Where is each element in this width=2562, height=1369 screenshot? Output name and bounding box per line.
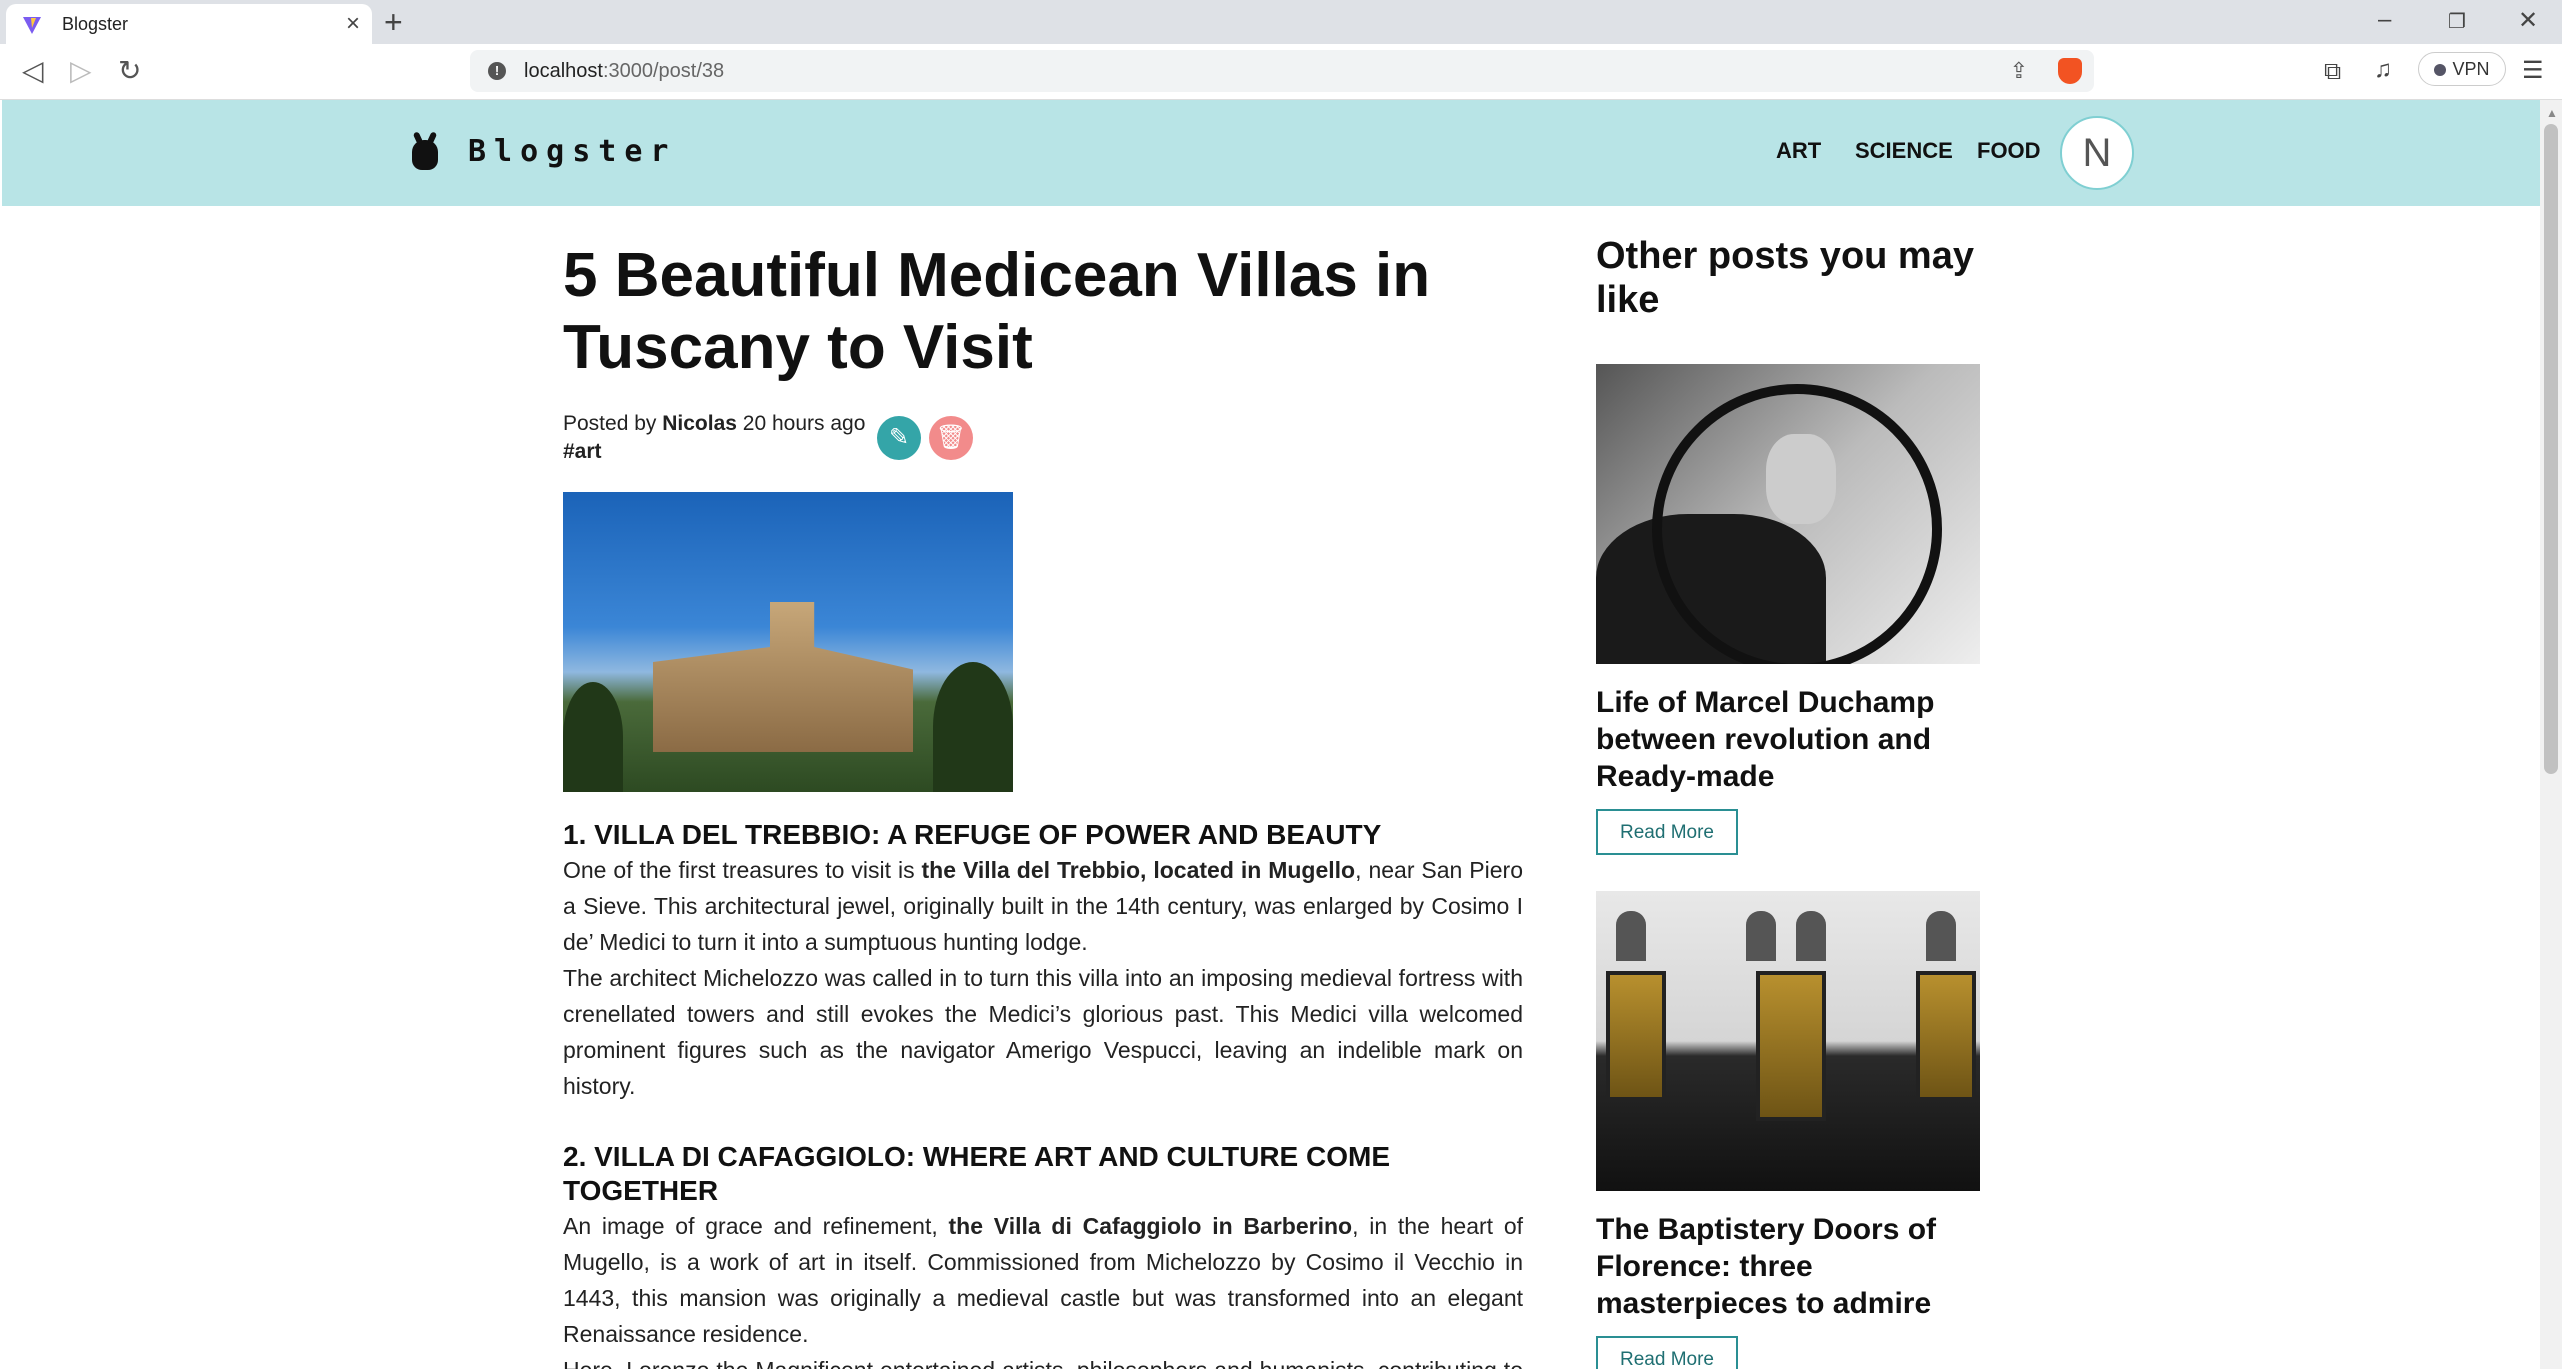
site-header: Blogster ART SCIENCE FOOD N xyxy=(2,100,2540,206)
restore-icon[interactable]: ❐ xyxy=(2448,9,2466,34)
article: 5 Beautiful Medicean Villas in Tuscany t… xyxy=(563,240,1523,1369)
section-heading-1: 1. VILLA DEL TREBBIO: A REFUGE OF POWER … xyxy=(563,819,1382,850)
page-scrollbar[interactable]: ▲ xyxy=(2540,100,2562,1369)
nav-art[interactable]: ART xyxy=(1776,138,1821,164)
new-tab-icon[interactable]: + xyxy=(384,4,403,40)
section-1-paragraph-1: One of the first treasures to visit is t… xyxy=(563,852,1523,960)
related-post-image[interactable] xyxy=(1596,364,1980,664)
reload-icon[interactable]: ↻ xyxy=(118,54,141,87)
posted-by-label: Posted by xyxy=(563,412,657,435)
section-heading-2: 2. VILLA DI CAFAGGIOLO: WHERE ART AND CU… xyxy=(563,1141,1391,1206)
villa-shape xyxy=(653,602,913,752)
vite-favicon-icon xyxy=(23,17,41,34)
share-icon[interactable]: ⇪ xyxy=(2010,58,2028,84)
browser-toolbar: ◁ ▷ ↻ ! localhost:3000/post/38 ⇪ xyxy=(0,44,2562,100)
statue-niche-shape xyxy=(1616,911,1646,961)
related-post-title[interactable]: The Baptistery Doors of Florence: three … xyxy=(1596,1211,1980,1322)
statue-niche-shape xyxy=(1796,911,1826,961)
section-2-paragraph-1: An image of grace and refinement, the Vi… xyxy=(563,1208,1523,1352)
forward-icon[interactable]: ▷ xyxy=(70,54,92,87)
nav-food[interactable]: FOOD xyxy=(1977,138,2041,164)
brave-shields-icon[interactable] xyxy=(2058,58,2082,84)
pencil-icon: ✎ xyxy=(888,424,910,451)
statue-niche-shape xyxy=(1926,911,1956,961)
browser-tab[interactable]: Blogster × xyxy=(6,4,372,44)
read-more-button[interactable]: Read More xyxy=(1596,1336,1738,1369)
vpn-button[interactable]: VPN xyxy=(2418,52,2506,86)
minimize-icon[interactable]: – xyxy=(2378,6,2391,34)
post-tag[interactable]: #art xyxy=(563,440,602,464)
article-title: 5 Beautiful Medicean Villas in Tuscany t… xyxy=(563,241,1431,382)
address-bar[interactable]: ! localhost:3000/post/38 ⇪ xyxy=(470,50,2094,92)
media-icon[interactable]: ♫ xyxy=(2374,56,2392,84)
scrollbar-thumb[interactable] xyxy=(2544,124,2558,774)
bold-text-run: the Villa del Trebbio, located in Mugell… xyxy=(921,857,1356,883)
article-hero-image xyxy=(563,492,1013,792)
page-content: Blogster ART SCIENCE FOOD N 5 Beautiful … xyxy=(2,100,2540,1369)
related-post-image[interactable] xyxy=(1596,891,1980,1191)
bold-text-run: the Villa di Cafaggiolo in Barberino xyxy=(948,1213,1353,1239)
nav-science[interactable]: SCIENCE xyxy=(1855,138,1953,164)
door-shape xyxy=(1916,971,1976,1101)
site-logo[interactable]: Blogster xyxy=(468,134,677,169)
posted-by: Posted by Nicolas 20 hours ago xyxy=(563,412,865,436)
section-2-paragraph-2: Here, Lorenzo the Magnificent entertaine… xyxy=(563,1352,1523,1369)
tab-close-icon[interactable]: × xyxy=(346,10,360,38)
related-post-title[interactable]: Life of Marcel Duchamp between revolutio… xyxy=(1596,684,1980,795)
trash-icon: 🗑 xyxy=(935,424,967,451)
door-shape xyxy=(1606,971,1666,1101)
post-meta: Posted by Nicolas 20 hours ago #art ✎ 🗑 xyxy=(563,412,1523,472)
window-close-icon[interactable]: ✕ xyxy=(2518,6,2538,35)
url-path: :3000/post/38 xyxy=(602,60,725,82)
url-text: localhost:3000/post/38 xyxy=(524,60,724,83)
vpn-status-icon xyxy=(2434,64,2447,76)
door-shape xyxy=(1756,971,1826,1121)
section-1-paragraph-2: The architect Michelozzo was called in t… xyxy=(563,965,1523,1099)
statue-niche-shape xyxy=(1746,911,1776,961)
read-more-button[interactable]: Read More xyxy=(1596,809,1738,855)
face-shape xyxy=(1766,434,1836,524)
edit-button[interactable]: ✎ xyxy=(877,416,921,460)
author-name: Nicolas xyxy=(662,412,737,435)
sidebar: Other posts you may like Life of Marcel … xyxy=(1596,234,1980,1369)
menu-icon[interactable]: ☰ xyxy=(2522,56,2544,85)
site-info-icon[interactable]: ! xyxy=(488,62,506,80)
related-post-card: The Baptistery Doors of Florence: three … xyxy=(1596,891,1980,1369)
related-post-card: Life of Marcel Duchamp between revolutio… xyxy=(1596,364,1980,855)
browser-tab-bar: Blogster × + – ❐ ✕ xyxy=(0,0,2562,44)
scroll-up-icon[interactable]: ▲ xyxy=(2546,106,2558,120)
url-host: localhost xyxy=(524,60,603,82)
logo-icon[interactable] xyxy=(412,140,438,170)
post-time: 20 hours ago xyxy=(742,412,866,435)
avatar[interactable]: N xyxy=(2060,116,2134,190)
tree-shape xyxy=(933,662,1013,792)
text-run: One of the first treasures to visit is xyxy=(563,857,922,883)
bicycle-wheel-shape xyxy=(1652,384,1942,664)
tree-shape xyxy=(563,682,623,792)
tab-title: Blogster xyxy=(62,14,129,34)
back-icon[interactable]: ◁ xyxy=(22,54,44,87)
delete-button[interactable]: 🗑 xyxy=(929,416,973,460)
vpn-label: VPN xyxy=(2452,59,2490,79)
sidebar-heading: Other posts you may like xyxy=(1596,235,1974,321)
extensions-icon[interactable]: ⧉ xyxy=(2324,58,2341,86)
text-run: An image of grace and refinement, xyxy=(563,1213,949,1239)
